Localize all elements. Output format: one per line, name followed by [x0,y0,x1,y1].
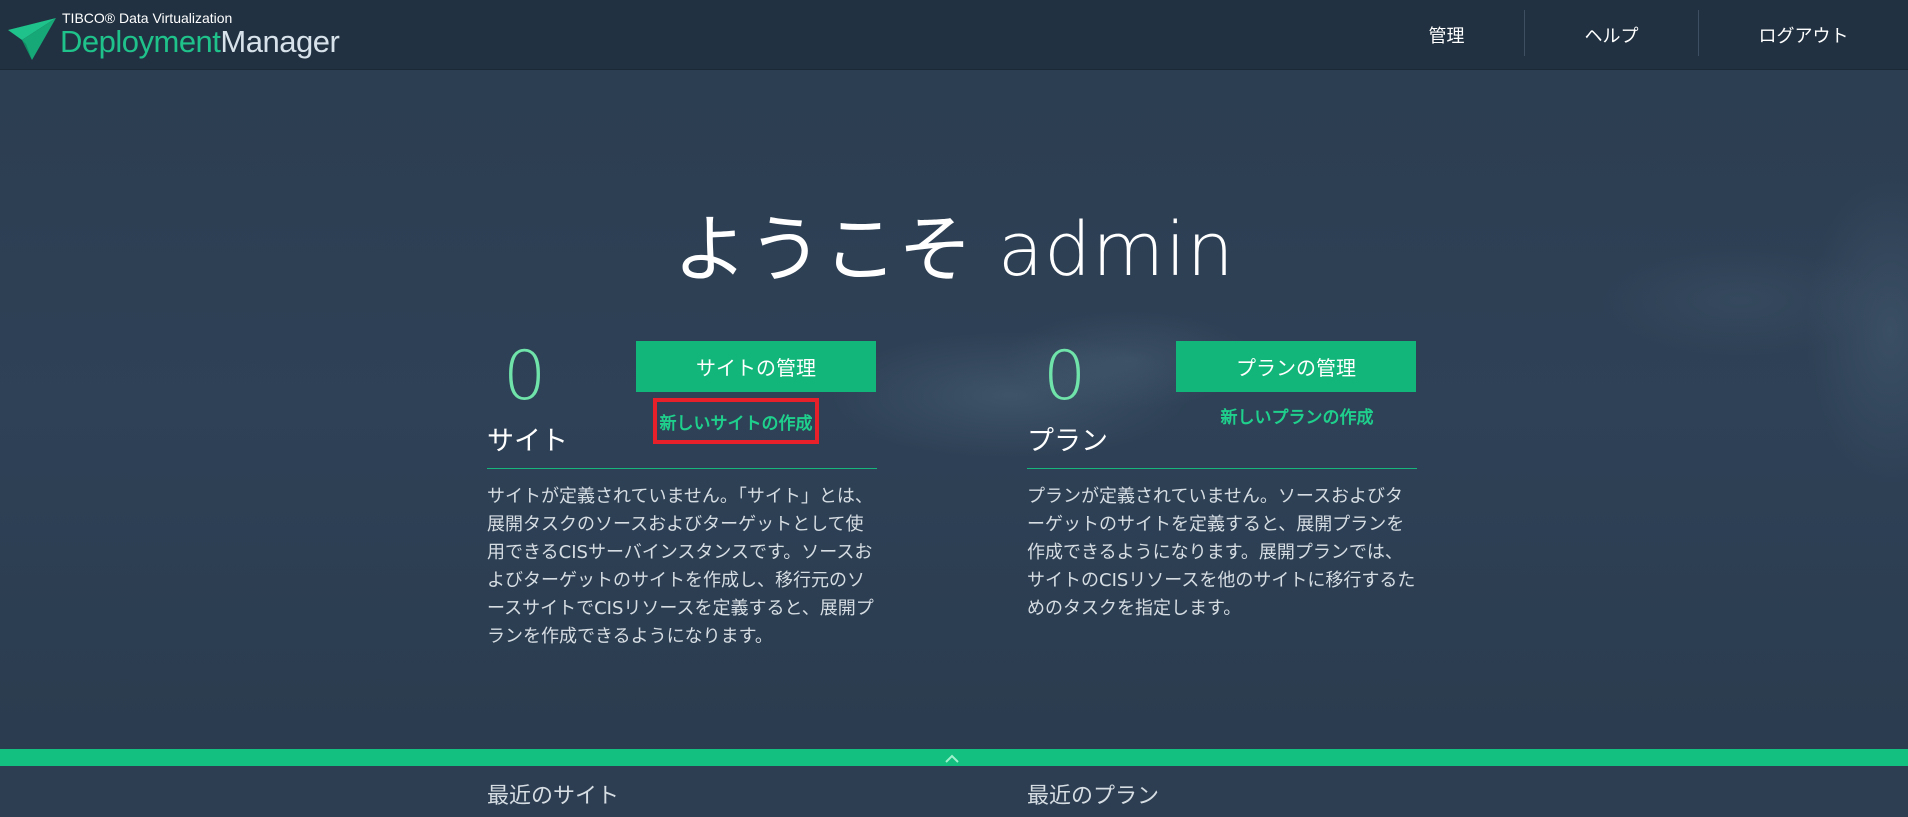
welcome-heading: ようこそ admin [673,207,1235,293]
recent-area [0,766,1908,817]
top-nav: 管理 ヘルプ ログアウト [1369,0,1908,69]
plans-divider [1027,468,1417,469]
sites-panel: 0 サイトの管理 新しいサイトの作成 サイト サイトが定義されていません。「サイ… [487,336,877,696]
recent-sites-heading: 最近のサイト [487,784,620,809]
header: TIBCO® Data Virtualization DeploymentMan… [0,0,1908,70]
nav-logout[interactable]: ログアウト [1699,0,1908,69]
logo[interactable]: TIBCO® Data Virtualization DeploymentMan… [8,8,348,64]
plans-count: 0 [1043,337,1087,416]
create-site-link[interactable]: 新しいサイトの作成 [653,398,819,444]
plans-description: プランが定義されていません。ソースおよびターゲットのサイトを定義すると、展開プラ… [1027,486,1416,619]
logo-word-deployment: Deployment [60,24,221,59]
nav-admin[interactable]: 管理 [1369,0,1524,69]
sites-divider [487,468,877,469]
plans-panel: 0 プランの管理 新しいプランの作成 プラン プランが定義されていません。ソース… [1027,336,1417,696]
page: TIBCO® Data Virtualization DeploymentMan… [0,0,1908,817]
sites-count: 0 [503,337,547,416]
sites-description: サイトが定義されていません。「サイト」とは、展開タスクのソースおよびターゲットと… [487,486,874,647]
chevron-up-icon[interactable] [944,751,960,765]
manage-plans-button[interactable]: プランの管理 [1176,341,1416,392]
plans-title: プラン [1027,426,1108,457]
logo-app-name: DeploymentManager [60,24,340,60]
logo-word-manager: Manager [220,24,340,59]
create-plan-link[interactable]: 新しいプランの作成 [1177,397,1417,433]
paper-plane-icon [8,18,56,60]
sites-title: サイト [487,426,568,457]
nav-help[interactable]: ヘルプ [1525,0,1698,69]
recent-plans-heading: 最近のプラン [1027,784,1160,809]
manage-sites-button[interactable]: サイトの管理 [636,341,876,392]
